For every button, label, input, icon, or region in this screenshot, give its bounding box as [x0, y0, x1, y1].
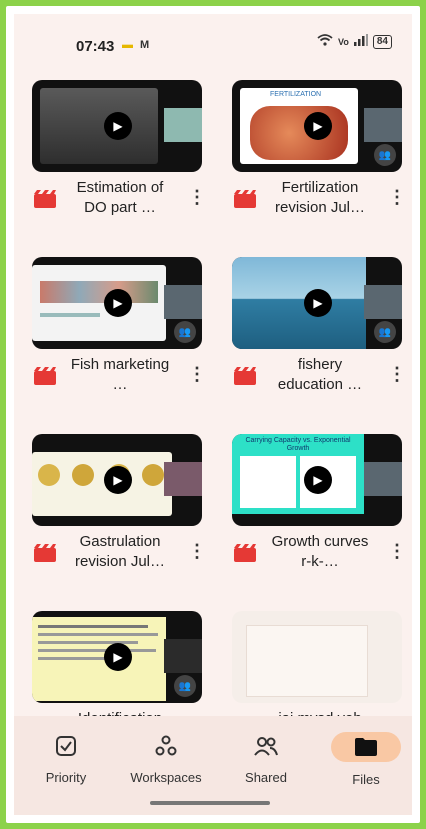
presenter-camera: [164, 108, 202, 142]
presenter-camera: [364, 108, 402, 142]
file-title[interactable]: fishery education …: [270, 355, 370, 395]
video-thumbnail[interactable]: ▶ 👥: [32, 257, 202, 349]
file-card[interactable]: jai mysd veb: [232, 601, 404, 720]
file-title[interactable]: Fertilization revision Jul…: [270, 178, 370, 218]
status-icons: Vo 84: [317, 34, 392, 49]
shared-badge-icon: 👥: [374, 144, 396, 166]
video-file-icon: [234, 367, 256, 385]
shared-icon: [221, 732, 311, 760]
file-card[interactable]: FERTILIZATION ▶ 👥 Fertilization revision…: [232, 70, 406, 240]
nav-label: Shared: [245, 770, 287, 785]
nav-label: Priority: [45, 770, 87, 785]
wifi-icon: [317, 34, 333, 49]
presenter-camera: [164, 285, 202, 319]
notification-icon: ▬: [122, 39, 133, 51]
shared-badge-icon: 👥: [374, 321, 396, 343]
video-thumbnail[interactable]: FERTILIZATION ▶ 👥: [232, 80, 402, 172]
file-card[interactable]: ▶ Estimation of DO part … ⋮: [32, 70, 206, 240]
nav-label: Files: [352, 772, 380, 787]
more-options-icon[interactable]: ⋮: [188, 188, 206, 206]
more-options-icon[interactable]: ⋮: [188, 542, 206, 560]
document-thumbnail[interactable]: [232, 611, 402, 703]
presenter-camera: [164, 462, 202, 496]
video-file-icon: [34, 190, 56, 208]
thumbnail-frame: [32, 617, 166, 701]
app-screen: 07:43 ▬ M Vo 84 ▶ Estimation of DO part …: [14, 14, 412, 815]
play-icon[interactable]: ▶: [104, 289, 132, 317]
more-options-icon[interactable]: ⋮: [188, 365, 206, 383]
file-card[interactable]: ▶ 👥 Fish marketing … ⋮: [32, 247, 206, 417]
nav-priority[interactable]: Priority: [21, 732, 111, 785]
video-thumbnail[interactable]: ▶ 👥: [32, 611, 202, 703]
signal-icon: [353, 34, 368, 49]
play-icon[interactable]: ▶: [104, 112, 132, 140]
play-icon[interactable]: ▶: [304, 289, 332, 317]
video-file-icon: [234, 544, 256, 562]
workspaces-icon: [121, 732, 211, 760]
play-icon[interactable]: ▶: [104, 466, 132, 494]
thumbnail-frame: Carrying Capacity vs. Exponential Growth: [232, 434, 364, 514]
battery-indicator: 84: [372, 34, 392, 49]
gmail-icon: M: [140, 39, 150, 51]
shared-badge-icon: 👥: [174, 321, 196, 343]
status-time: 07:43: [76, 38, 115, 55]
volte-icon: Vo: [338, 36, 349, 47]
folder-icon: [331, 732, 401, 762]
more-options-icon[interactable]: ⋮: [388, 542, 406, 560]
play-icon[interactable]: ▶: [304, 112, 332, 140]
video-file-icon: [34, 367, 56, 385]
thumbnail-frame: FERTILIZATION: [240, 88, 358, 164]
video-file-icon: [34, 544, 56, 562]
file-title[interactable]: Fish marketing …: [70, 355, 170, 395]
presenter-camera: [164, 639, 202, 673]
thumbnail-frame: [32, 452, 172, 516]
thumbnail-frame: [232, 257, 366, 349]
file-grid[interactable]: ▶ Estimation of DO part … ⋮ FERTILIZATIO…: [14, 70, 412, 720]
presenter-camera: [364, 285, 402, 319]
nav-workspaces[interactable]: Workspaces: [121, 732, 211, 785]
thumbnail-frame: [40, 88, 158, 164]
video-thumbnail[interactable]: ▶: [32, 80, 202, 172]
more-options-icon[interactable]: ⋮: [388, 188, 406, 206]
file-title[interactable]: Gastrulation revision Jul…: [70, 532, 170, 572]
nav-files[interactable]: Files: [321, 732, 411, 787]
file-title[interactable]: Growth curves r-k-…: [270, 532, 370, 572]
more-options-icon[interactable]: ⋮: [388, 365, 406, 383]
shared-badge-icon: 👥: [174, 675, 196, 697]
nav-shared[interactable]: Shared: [221, 732, 311, 785]
file-title[interactable]: Estimation of DO part …: [70, 178, 170, 218]
video-file-icon: [234, 190, 256, 208]
slide-title: Carrying Capacity vs. Exponential Growth: [245, 437, 351, 452]
video-thumbnail[interactable]: Carrying Capacity vs. Exponential Growth…: [232, 434, 402, 526]
thumbnail-frame: [32, 265, 166, 341]
gesture-bar[interactable]: [150, 801, 270, 805]
file-card[interactable]: ▶ Gastrulation revision Jul… ⋮: [32, 424, 206, 594]
presenter-camera: [364, 462, 402, 496]
nav-label: Workspaces: [130, 770, 202, 785]
play-icon[interactable]: ▶: [104, 643, 132, 671]
video-thumbnail[interactable]: ▶ 👥: [232, 257, 402, 349]
slide-title: FERTILIZATION: [270, 91, 322, 98]
priority-icon: [21, 732, 111, 760]
video-thumbnail[interactable]: ▶: [32, 434, 202, 526]
file-card[interactable]: Carrying Capacity vs. Exponential Growth…: [232, 424, 406, 594]
status-bar: 07:43 ▬ M Vo 84: [14, 14, 412, 70]
file-card[interactable]: ▶ 👥 fishery education … ⋮: [232, 247, 406, 417]
file-card[interactable]: ▶ 👥 Identification: [32, 601, 204, 720]
play-icon[interactable]: ▶: [304, 466, 332, 494]
